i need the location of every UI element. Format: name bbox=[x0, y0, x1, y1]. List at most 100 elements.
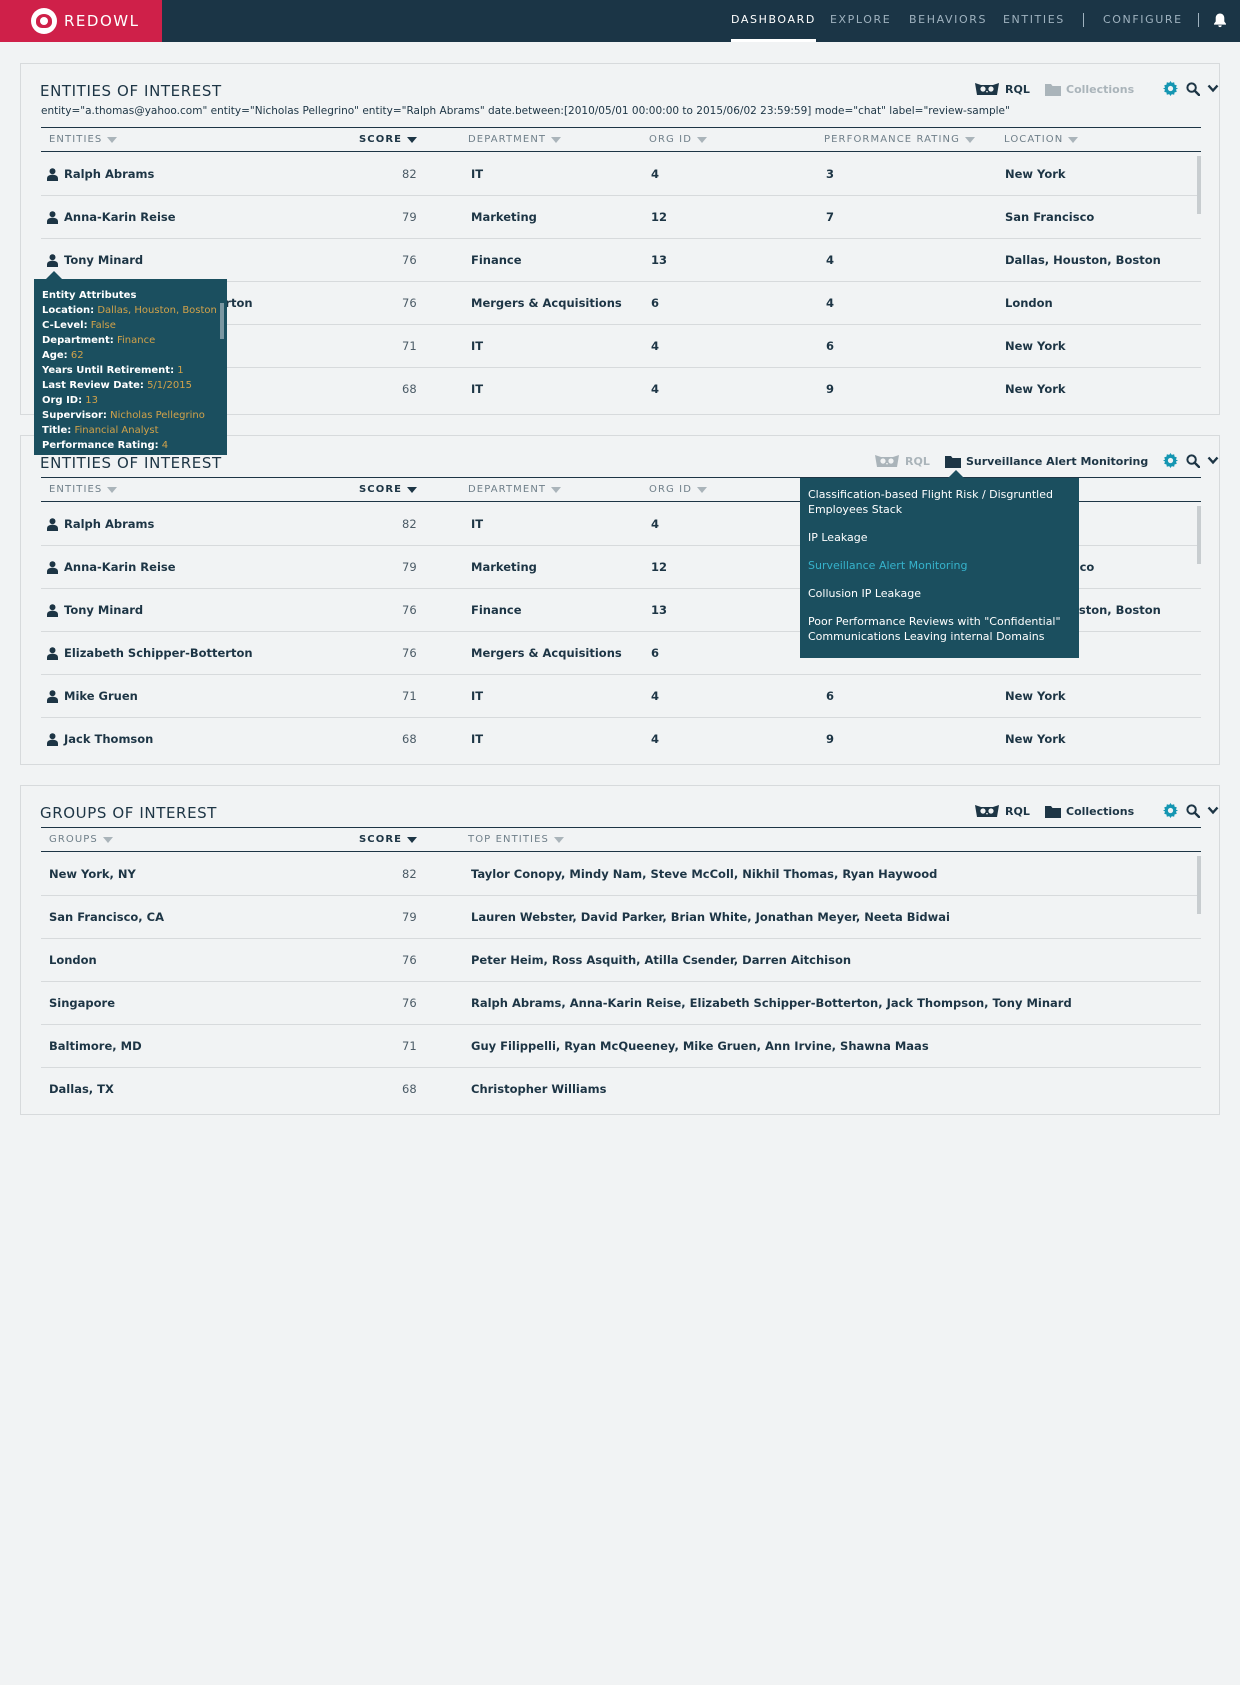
nav-entities[interactable]: ENTITIES bbox=[1003, 0, 1065, 42]
table-scrollbar[interactable] bbox=[1197, 856, 1201, 914]
group-name[interactable]: San Francisco, CA bbox=[49, 910, 164, 924]
org-id-value: 13 bbox=[651, 603, 668, 617]
table-row[interactable]: Singapore 76 Ralph Abrams, Anna-Karin Reis… bbox=[41, 982, 1201, 1025]
gear-icon[interactable] bbox=[1163, 453, 1178, 468]
owl-rql-icon bbox=[975, 83, 999, 95]
org-id-value: 4 bbox=[651, 382, 660, 396]
col-org-id[interactable]: ORG ID bbox=[649, 484, 707, 495]
collections-button[interactable]: Surveillance Alert Monitoring bbox=[945, 451, 1148, 471]
nav-dashboard[interactable]: DASHBOARD bbox=[731, 0, 816, 42]
table-scrollbar[interactable] bbox=[1197, 156, 1201, 214]
rql-button[interactable]: RQL bbox=[974, 801, 1030, 821]
person-icon[interactable] bbox=[47, 690, 58, 703]
group-name[interactable]: Baltimore, MD bbox=[49, 1039, 142, 1053]
entity-name[interactable]: Jack Thomson bbox=[64, 732, 153, 746]
group-name[interactable]: New York, NY bbox=[49, 867, 136, 881]
col-entities[interactable]: ENTITIES bbox=[49, 134, 118, 145]
collection-option[interactable]: Classification-based Flight Risk / Disgr… bbox=[808, 484, 1071, 520]
top-entities-value: Taylor Conopy, Mindy Nam, Steve McColl, … bbox=[471, 867, 938, 881]
collections-button[interactable]: Collections bbox=[1045, 801, 1134, 821]
rql-button[interactable]: RQL bbox=[874, 451, 930, 471]
chevron-down-icon[interactable] bbox=[1207, 84, 1219, 93]
department-value: Marketing bbox=[471, 560, 537, 574]
collection-option[interactable]: Poor Performance Reviews with "Confident… bbox=[808, 611, 1071, 647]
table-row[interactable]: Mike Gruen 71 IT 4 6 New York bbox=[41, 675, 1201, 718]
table-row[interactable]: Baltimore, MD 71 Guy Filippelli, Ryan McQu… bbox=[41, 1025, 1201, 1068]
table-row[interactable]: Tony Minard 76 Finance 13 4 Dallas, Houston, … bbox=[41, 239, 1201, 282]
entity-name[interactable]: Mike Gruen bbox=[64, 689, 138, 703]
person-icon[interactable] bbox=[47, 733, 58, 746]
department-value: Marketing bbox=[471, 210, 537, 224]
collections-dropdown: Classification-based Flight Risk / Disgr… bbox=[800, 478, 1079, 658]
person-icon[interactable] bbox=[47, 647, 58, 660]
attribute-key: Org ID: bbox=[42, 395, 83, 406]
brand-logo[interactable]: REDOWL bbox=[0, 0, 162, 42]
bell-icon[interactable] bbox=[1212, 12, 1228, 28]
col-performance-rating[interactable]: PERFORMANCE RATING bbox=[824, 134, 975, 145]
entity-name[interactable]: Ralph Abrams bbox=[64, 167, 154, 181]
col-label: LOCATION bbox=[1004, 134, 1064, 145]
col-entities[interactable]: ENTITIES bbox=[49, 484, 118, 495]
col-top-entities[interactable]: TOP ENTITIES bbox=[468, 834, 564, 845]
entity-name[interactable]: Anna-Karin Reise bbox=[64, 210, 176, 224]
person-icon[interactable] bbox=[47, 254, 58, 267]
attribute-value: Nicholas Pellegrino bbox=[110, 410, 205, 421]
department-value: Finance bbox=[471, 253, 522, 267]
table-row[interactable]: New York, NY 82 Taylor Conopy, Mindy Nam, … bbox=[41, 853, 1201, 896]
person-icon[interactable] bbox=[47, 604, 58, 617]
attribute-value: 5/1/2015 bbox=[147, 380, 192, 391]
attribute-value: False bbox=[90, 320, 116, 331]
group-name[interactable]: Dallas, TX bbox=[49, 1082, 114, 1096]
col-groups[interactable]: GROUPS bbox=[49, 834, 113, 845]
score-value: 68 bbox=[402, 732, 417, 746]
rating-value: 4 bbox=[826, 296, 835, 310]
entity-name[interactable]: Tony Minard bbox=[64, 603, 143, 617]
col-department[interactable]: DEPARTMENT bbox=[468, 134, 562, 145]
search-icon[interactable] bbox=[1186, 804, 1200, 818]
person-icon[interactable] bbox=[47, 168, 58, 181]
group-name[interactable]: London bbox=[49, 953, 97, 967]
collections-button[interactable]: Collections bbox=[1045, 79, 1134, 99]
person-icon[interactable] bbox=[47, 211, 58, 224]
chevron-down-icon[interactable] bbox=[1207, 456, 1219, 465]
person-icon[interactable] bbox=[47, 561, 58, 574]
col-score[interactable]: SCORE bbox=[359, 834, 418, 845]
entity-name[interactable]: Tony Minard bbox=[64, 253, 143, 267]
entity-name[interactable]: Elizabeth Schipper-Botterton bbox=[64, 646, 253, 660]
col-department[interactable]: DEPARTMENT bbox=[468, 484, 562, 495]
col-score[interactable]: SCORE bbox=[359, 134, 418, 145]
nav-explore[interactable]: EXPLORE bbox=[830, 0, 891, 42]
collection-option[interactable]: Collusion IP Leakage bbox=[808, 583, 1071, 604]
rql-button[interactable]: RQL bbox=[974, 79, 1030, 99]
table-row[interactable]: San Francisco, CA 79 Lauren Webster, David… bbox=[41, 896, 1201, 939]
gear-icon[interactable] bbox=[1163, 803, 1178, 818]
collection-option[interactable]: Surveillance Alert Monitoring bbox=[808, 555, 1071, 576]
table-row[interactable]: Dallas, TX 68 Christopher Williams bbox=[41, 1068, 1201, 1096]
search-icon[interactable] bbox=[1186, 454, 1200, 468]
tooltip-attribute: Last Review Date: 5/1/2015 bbox=[42, 378, 219, 393]
person-icon[interactable] bbox=[47, 518, 58, 531]
entity-name[interactable]: Anna-Karin Reise bbox=[64, 560, 176, 574]
col-org-id[interactable]: ORG ID bbox=[649, 134, 707, 145]
nav-configure[interactable]: CONFIGURE bbox=[1103, 0, 1183, 42]
col-location[interactable]: LOCATION bbox=[1004, 134, 1079, 145]
table-row[interactable]: Anna-Karin Reise 79 Marketing 12 7 San Franci… bbox=[41, 196, 1201, 239]
entity-name[interactable]: Ralph Abrams bbox=[64, 517, 154, 531]
table-scrollbar[interactable] bbox=[1197, 506, 1201, 564]
gear-icon[interactable] bbox=[1163, 81, 1178, 96]
nav-behaviors[interactable]: BEHAVIORS bbox=[909, 0, 987, 42]
col-score[interactable]: SCORE bbox=[359, 484, 418, 495]
panel-title: ENTITIES OF INTEREST bbox=[40, 82, 222, 100]
table-row[interactable]: London 76 Peter Heim, Ross Asquith, Atilla… bbox=[41, 939, 1201, 982]
nav-divider bbox=[1083, 13, 1084, 27]
search-icon[interactable] bbox=[1186, 82, 1200, 96]
chevron-down-icon[interactable] bbox=[1207, 806, 1219, 815]
table-row[interactable]: Ralph Abrams 82 IT 4 3 New York bbox=[41, 153, 1201, 196]
score-value: 68 bbox=[402, 382, 417, 396]
col-label: ENTITIES bbox=[49, 484, 103, 495]
tooltip-scrollbar[interactable] bbox=[220, 303, 224, 339]
collection-option[interactable]: IP Leakage bbox=[808, 527, 1071, 548]
group-name[interactable]: Singapore bbox=[49, 996, 115, 1010]
table-row[interactable]: Jack Thomson 68 IT 4 9 New York bbox=[41, 718, 1201, 746]
col-label: PERFORMANCE RATING bbox=[824, 134, 960, 145]
